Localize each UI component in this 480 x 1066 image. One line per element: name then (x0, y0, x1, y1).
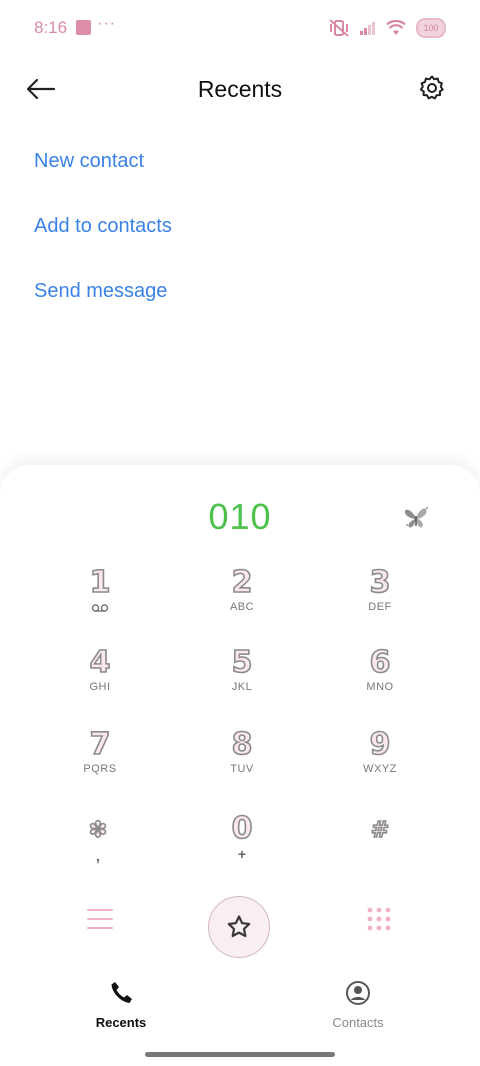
key-letters: MNO (366, 681, 394, 693)
key-3[interactable]: 3 DEF (320, 565, 440, 613)
key-letters: DEF (368, 601, 392, 613)
vibrate-off-icon (329, 19, 349, 37)
key-letters: PQRS (83, 763, 117, 775)
key-hash[interactable]: # (320, 814, 440, 848)
key-digit: ✽ (88, 817, 108, 844)
key-digit: 4 (89, 645, 111, 681)
nav-recents-label: Recents (95, 1015, 147, 1030)
star-icon (227, 915, 251, 938)
status-icons: 100 (328, 17, 446, 39)
more-notifications-icon: ··· (97, 15, 116, 32)
call-button[interactable] (208, 896, 270, 958)
key-digit: # (370, 817, 390, 844)
key-letters: TUV (230, 763, 254, 775)
voicemail-icon (91, 604, 109, 612)
nav-contacts[interactable]: Contacts (298, 980, 418, 1030)
key-0[interactable]: 0 + (182, 811, 302, 862)
gear-icon[interactable] (418, 74, 446, 102)
add-to-contacts-link[interactable]: Add to contacts (34, 215, 172, 238)
dialpad-toggle-icon[interactable] (366, 906, 392, 932)
key-digit: 5 (231, 645, 253, 681)
send-message-link[interactable]: Send message (34, 280, 167, 303)
home-indicator[interactable] (145, 1052, 335, 1057)
key-letters: ABC (229, 601, 255, 613)
key-letters: , (96, 848, 100, 864)
signal-icon (360, 22, 375, 35)
key-6[interactable]: 6 MNO (320, 645, 440, 693)
butterfly-icon[interactable] (401, 504, 431, 532)
key-7[interactable]: 7 PQRS (40, 727, 160, 775)
key-digit: 6 (369, 645, 391, 681)
key-digit: 0 (231, 811, 253, 847)
key-letters: WXYZ (363, 763, 397, 775)
notification-icon (76, 20, 91, 35)
phone-icon (111, 982, 132, 1003)
status-time: 8:16 (34, 18, 68, 37)
key-letters: JKL (231, 681, 253, 693)
contact-avatar-icon (346, 981, 370, 1005)
key-letters: GHI (89, 681, 111, 693)
key-9[interactable]: 9 WXYZ (320, 727, 440, 775)
key-digit: 8 (231, 727, 253, 763)
key-letters: + (237, 846, 247, 862)
key-4[interactable]: 4 GHI (40, 645, 160, 693)
key-5[interactable]: 5 JKL (182, 645, 302, 693)
key-2[interactable]: 2 ABC (182, 565, 302, 613)
nav-contacts-label: Contacts (332, 1015, 384, 1030)
page-title: Recents (197, 76, 283, 102)
new-contact-link[interactable]: New contact (34, 150, 144, 173)
key-digit: 7 (89, 727, 111, 763)
key-digit: 3 (369, 565, 391, 601)
key-digit: 1 (89, 565, 111, 601)
wifi-icon (386, 20, 406, 35)
key-digit: 9 (369, 727, 391, 763)
key-8[interactable]: 8 TUV (182, 727, 302, 775)
nav-recents[interactable]: Recents (61, 980, 181, 1030)
key-star[interactable]: ✽ , (38, 814, 158, 864)
battery-indicator: 100 (416, 18, 446, 38)
menu-icon[interactable] (86, 906, 114, 932)
key-digit: 2 (231, 565, 253, 601)
key-1[interactable]: 1 (40, 565, 160, 618)
